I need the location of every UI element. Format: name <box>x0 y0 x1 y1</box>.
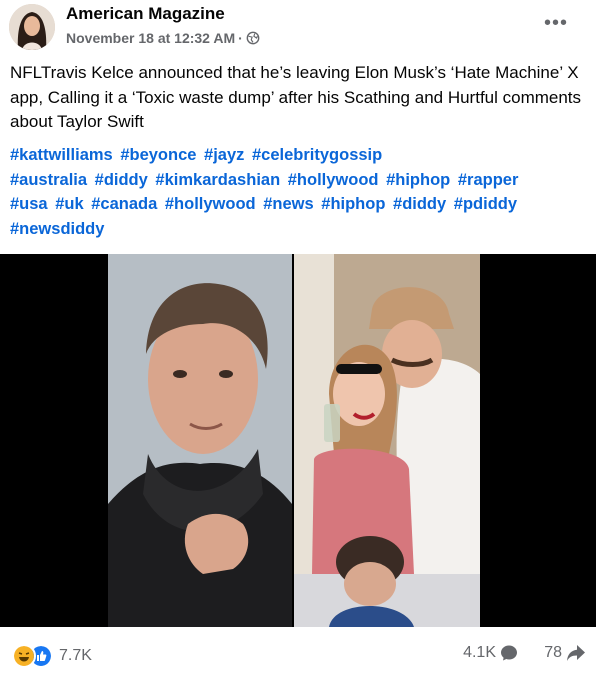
hashtag-list: #kattwilliams #beyonce #jayz #celebrityg… <box>10 143 586 241</box>
hashtag-link[interactable]: #usa <box>10 195 48 213</box>
globe-icon <box>246 31 260 45</box>
post-header: American Magazine November 18 at 12:32 A… <box>0 0 596 56</box>
hashtag-link[interactable]: #australia <box>10 171 87 189</box>
share-count: 78 <box>544 644 562 661</box>
hashtag-link[interactable]: #uk <box>55 195 83 213</box>
post-footer: 7.7K 4.1K 78 <box>0 630 596 681</box>
hashtag-link[interactable]: #hiphop <box>386 171 450 189</box>
comment-icon <box>501 645 517 661</box>
reactions-summary[interactable]: 7.7K <box>12 644 92 668</box>
reaction-count: 7.7K <box>59 647 92 664</box>
hashtag-link[interactable]: #hiphop <box>321 195 385 213</box>
hashtag-link[interactable]: #kattwilliams <box>10 146 113 164</box>
hashtag-link[interactable]: #celebritygossip <box>252 146 382 164</box>
page-avatar[interactable] <box>9 4 55 50</box>
comment-count: 4.1K <box>463 644 496 661</box>
comments-summary[interactable]: 4.1K <box>463 644 518 662</box>
page-name[interactable]: American Magazine <box>66 4 225 24</box>
post-photo-right[interactable] <box>294 254 480 627</box>
hashtag-link[interactable]: #kimkardashian <box>155 171 280 189</box>
hashtag-link[interactable]: #pdiddy <box>454 195 517 213</box>
hashtag-link[interactable]: #jayz <box>204 146 244 164</box>
haha-reaction-icon <box>12 644 36 668</box>
hashtag-link[interactable]: #diddy <box>95 171 148 189</box>
hashtag-link[interactable]: #newsdiddy <box>10 220 104 238</box>
more-options-icon[interactable]: ••• <box>544 12 568 35</box>
hashtag-link[interactable]: #news <box>263 195 313 213</box>
post-photo-left[interactable] <box>108 254 292 627</box>
hashtag-link[interactable]: #rapper <box>458 171 519 189</box>
hashtag-link[interactable]: #diddy <box>393 195 446 213</box>
shares-summary[interactable]: 78 <box>544 644 586 662</box>
post-text: NFLTravis Kelce announced that he’s leav… <box>10 63 582 131</box>
hashtag-link[interactable]: #beyonce <box>120 146 196 164</box>
hashtag-link[interactable]: #hollywood <box>288 171 379 189</box>
post-timestamp[interactable]: November 18 at 12:32 AM <box>66 30 235 46</box>
share-icon <box>567 645 585 661</box>
post-media[interactable] <box>0 254 596 627</box>
post-meta: November 18 at 12:32 AM · <box>66 30 260 46</box>
hashtag-link[interactable]: #hollywood <box>165 195 256 213</box>
meta-separator: · <box>238 30 243 46</box>
hashtag-link[interactable]: #canada <box>91 195 157 213</box>
